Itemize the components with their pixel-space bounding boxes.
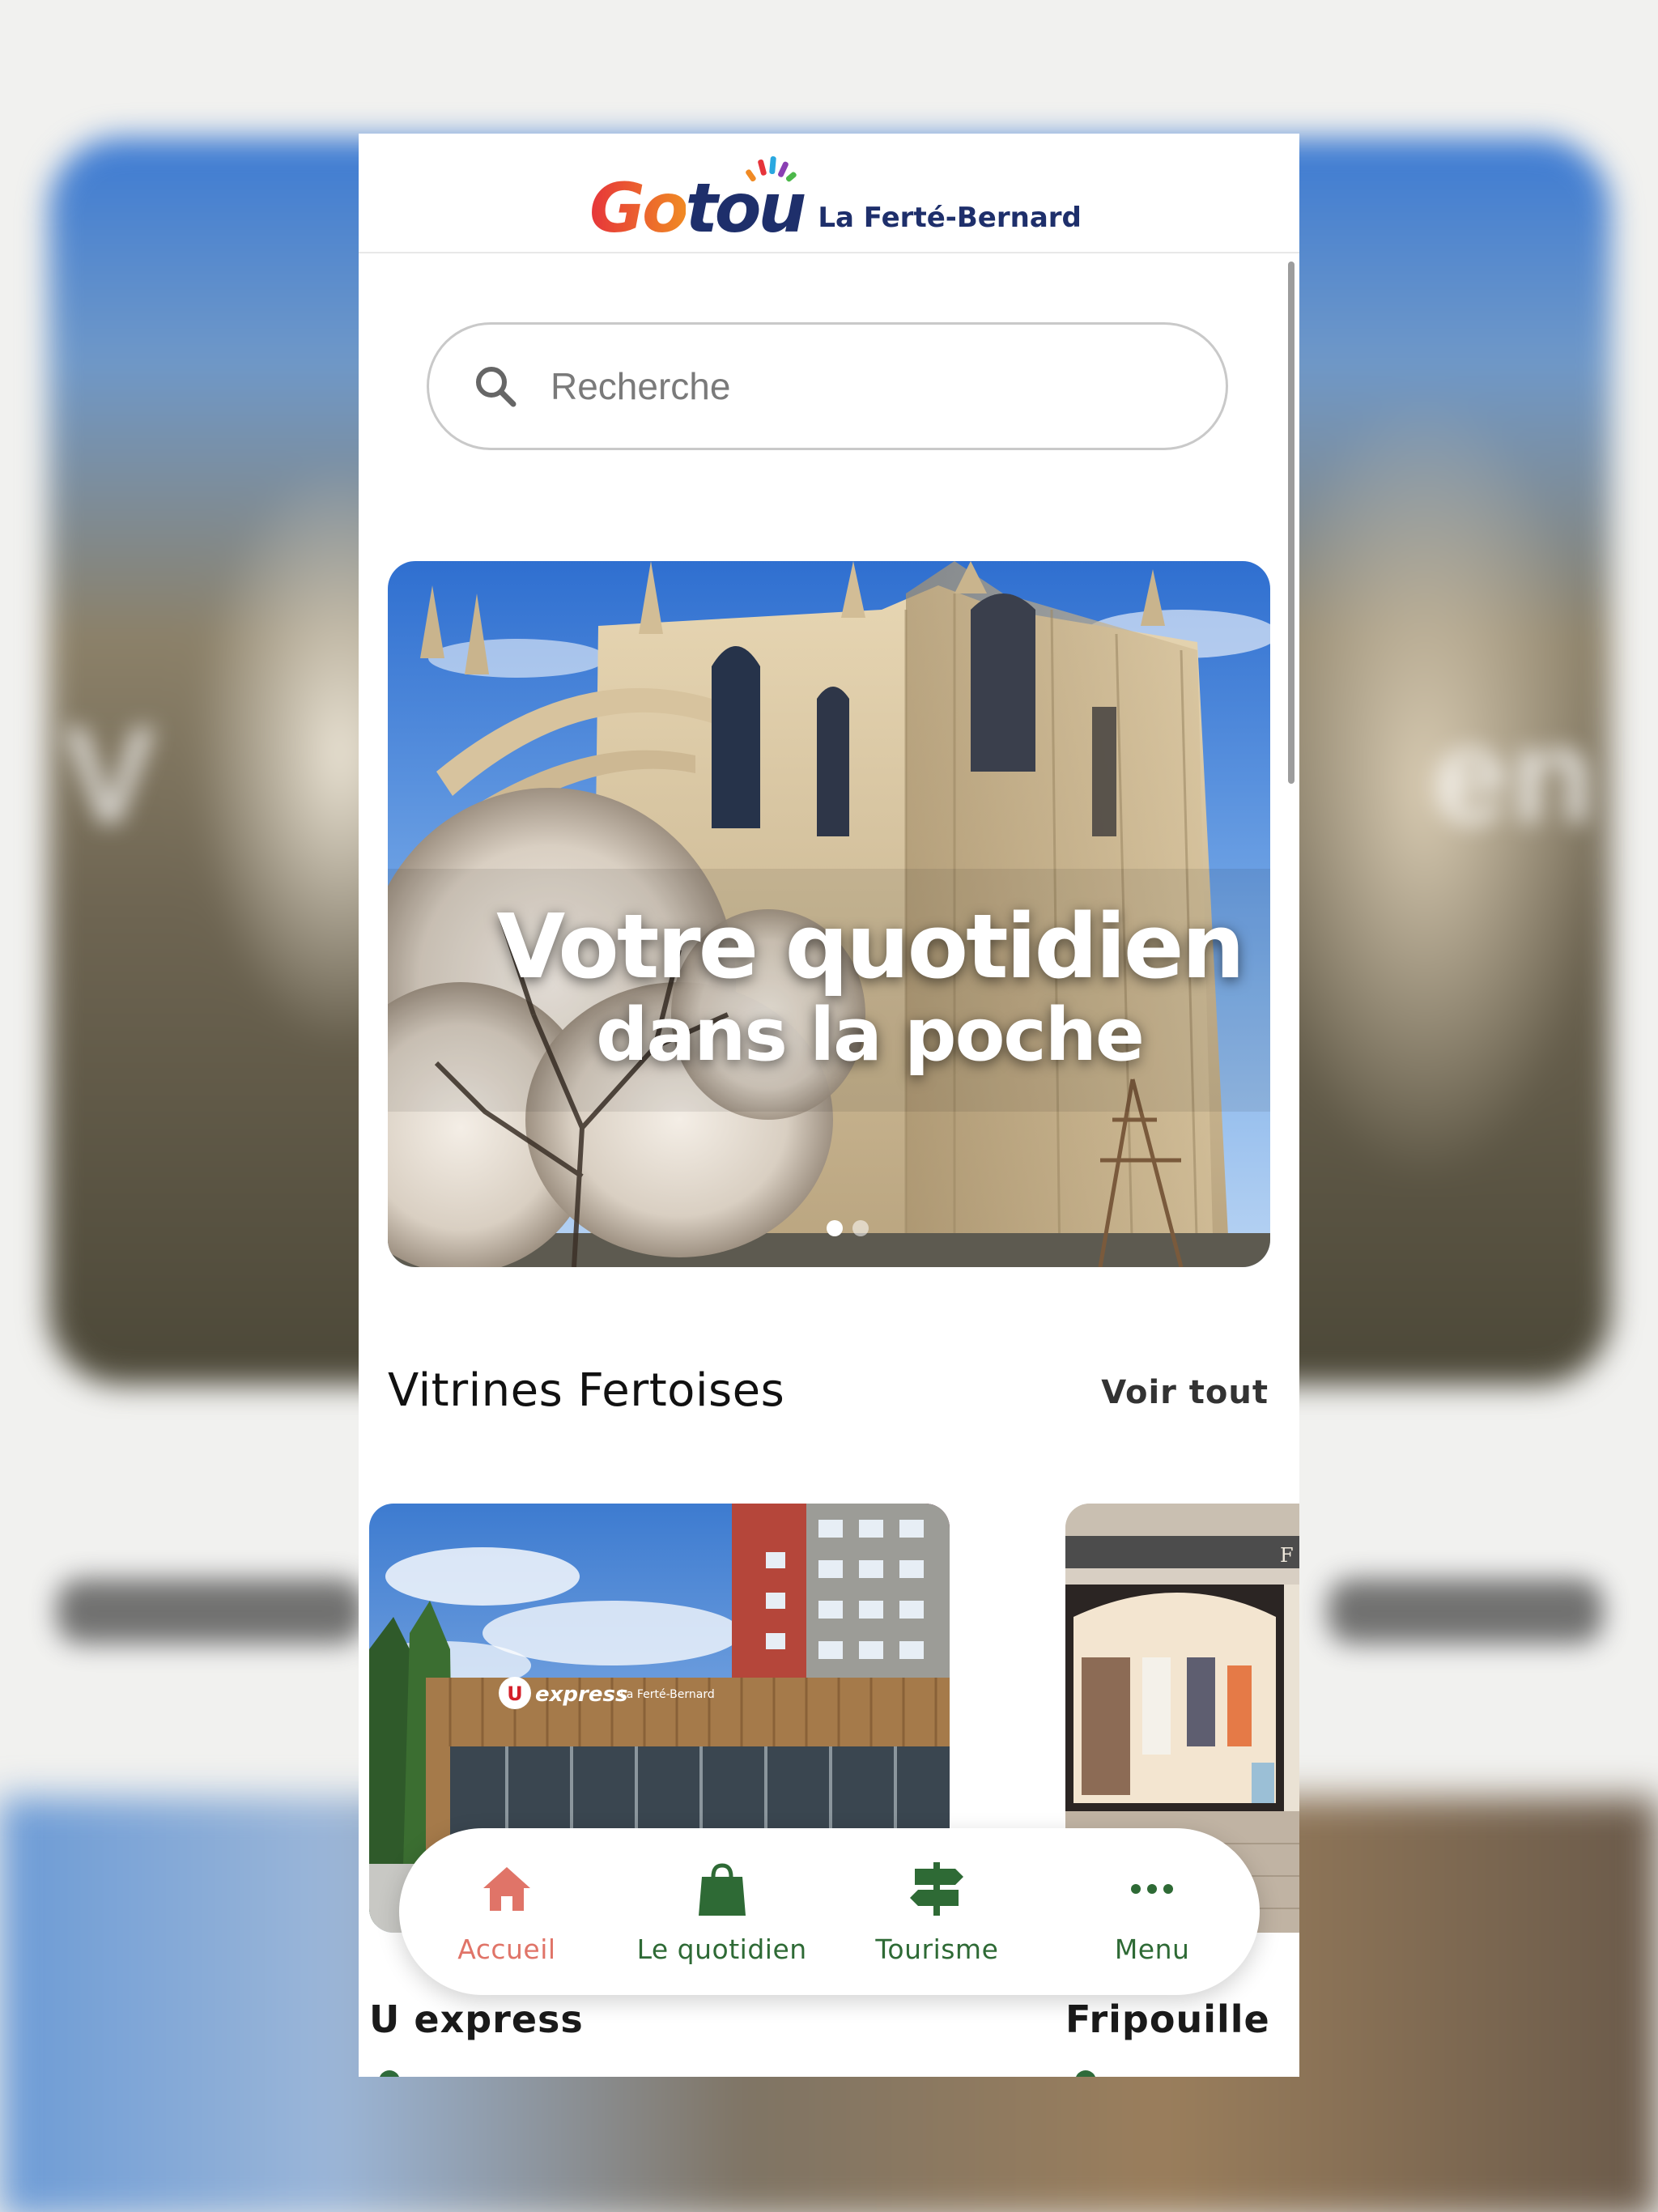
search-bar[interactable] xyxy=(427,322,1228,450)
category-dot xyxy=(1075,2070,1096,2077)
u-express-sign-text: express xyxy=(535,1682,627,1707)
nav-item-tourisme[interactable]: Tourisme xyxy=(840,1859,1034,1965)
app-header: Go tou La Ferté-Bernard xyxy=(359,134,1299,253)
carousel-indicator xyxy=(388,1220,1270,1236)
nav-item-menu[interactable]: Menu xyxy=(1055,1859,1249,1965)
carousel-dot[interactable] xyxy=(852,1220,869,1236)
logo-text-go: Go xyxy=(589,168,689,248)
search-icon xyxy=(476,367,517,407)
hero-banner[interactable]: Votre quotidien dans la poche xyxy=(388,561,1270,1267)
bottom-navigation: Accueil Le quotidien Tourisme Menu xyxy=(399,1828,1260,1995)
logo-city-name: La Ferté-Bernard xyxy=(818,202,1082,234)
app-screen: Go tou La Ferté-Bernard Recherche Votre … xyxy=(359,134,1299,2077)
gotou-logo[interactable]: Go tou La Ferté-Bernard xyxy=(589,153,1082,242)
hero-title-line1: Votre quotidien xyxy=(496,895,1245,998)
nav-label-menu: Menu xyxy=(1114,1933,1190,1965)
svg-text:F: F xyxy=(1280,1544,1294,1567)
see-all-link[interactable]: Voir tout xyxy=(1101,1374,1269,1411)
shopping-bag-icon xyxy=(698,1862,746,1916)
signpost-icon xyxy=(910,1861,964,1916)
blurred-heading-left xyxy=(57,1579,364,1644)
nav-label-tourisme: Tourisme xyxy=(875,1933,999,1965)
nav-item-accueil[interactable]: Accueil xyxy=(410,1859,604,1965)
u-express-sign-city: La Ferté-Bernard xyxy=(620,1688,715,1701)
nav-item-le-quotidien[interactable]: Le quotidien xyxy=(625,1859,819,1965)
section-title: Vitrines Fertoises xyxy=(388,1364,785,1417)
nav-label-le-quotidien: Le quotidien xyxy=(636,1933,807,1965)
carousel-dot-active[interactable] xyxy=(827,1220,843,1236)
scrollbar[interactable] xyxy=(1288,262,1295,784)
hero-title: Votre quotidien dans la poche xyxy=(388,901,1270,1073)
blurred-heading-right xyxy=(1328,1579,1603,1644)
shop-name: Fripouille xyxy=(1065,1997,1270,2041)
hero-title-line2: dans la poche xyxy=(596,993,1145,1078)
search-input[interactable] xyxy=(549,364,1184,409)
svg-text:U: U xyxy=(507,1682,523,1705)
nav-label-accueil: Accueil xyxy=(457,1933,556,1965)
logo-rays-icon xyxy=(746,156,797,182)
more-dots-icon xyxy=(1131,1883,1174,1894)
shop-name: U express xyxy=(369,1997,584,2041)
home-icon xyxy=(483,1866,530,1911)
category-dot xyxy=(379,2070,400,2077)
